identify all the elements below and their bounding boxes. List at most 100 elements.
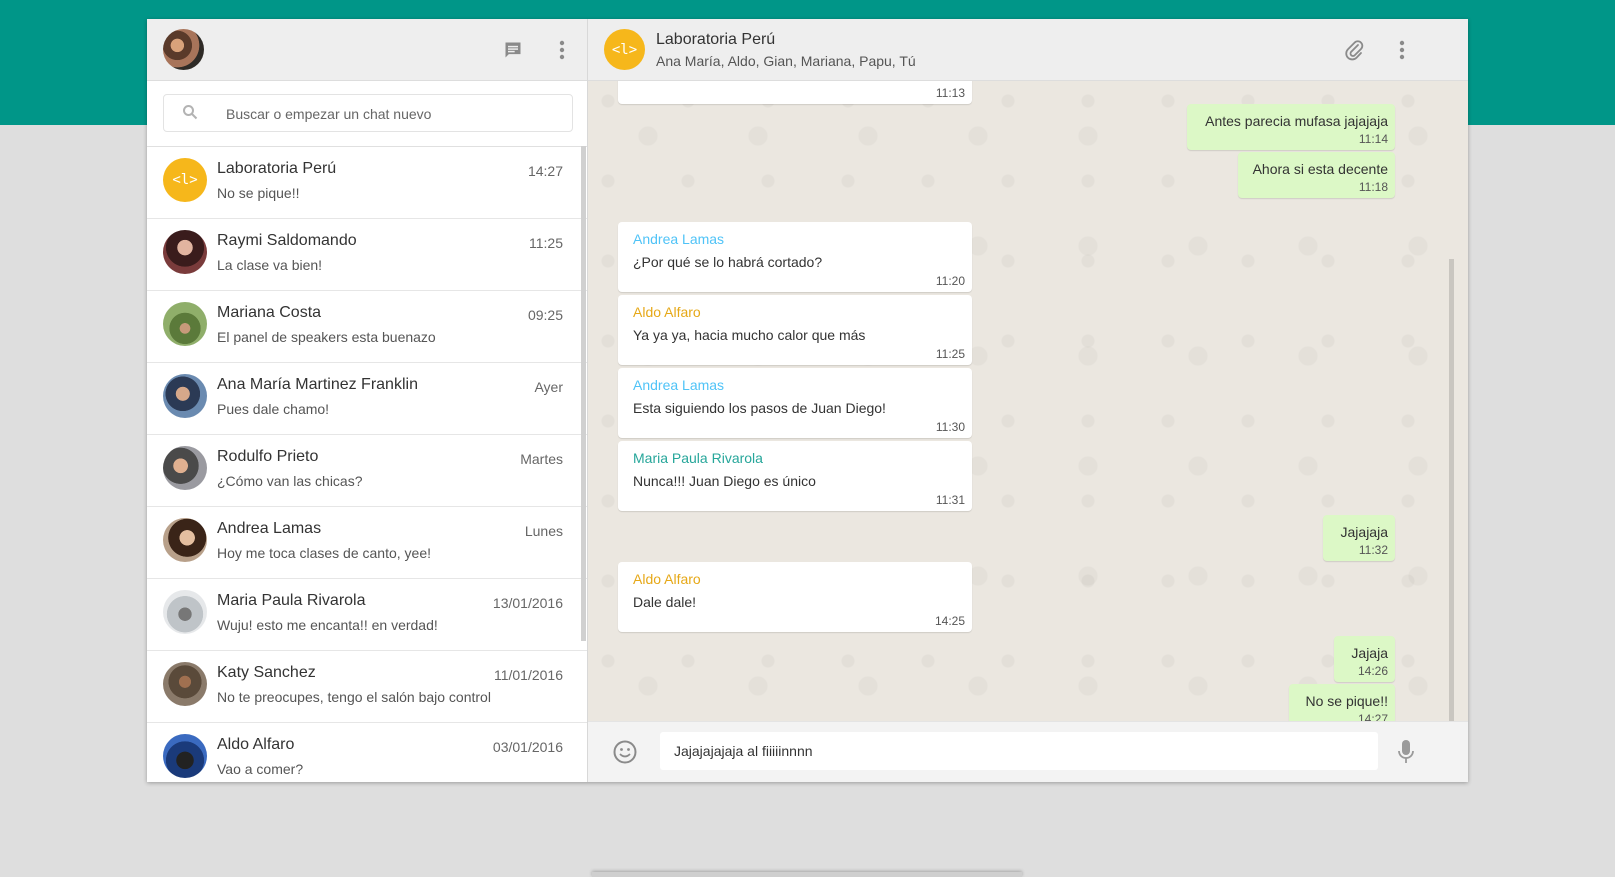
sidebar-scrollbar[interactable]: [581, 146, 586, 641]
chat-item-andrea[interactable]: Andrea Lamas Hoy me toca clases de canto…: [147, 507, 587, 579]
new-chat-icon[interactable]: [499, 36, 527, 64]
group-avatar[interactable]: <l>: [604, 29, 645, 70]
chat-item-raymi[interactable]: Raymi Saldomando La clase va bien! 11:25: [147, 219, 587, 291]
chat-name: Mariana Costa: [217, 304, 322, 321]
chat-preview: No te preocupes, tengo el salón bajo con…: [217, 689, 491, 705]
chat-preview: Hoy me toca clases de canto, yee!: [217, 545, 431, 561]
message-bubble: Maria Paula Rivarola Nunca!!! Juan Diego…: [618, 441, 972, 511]
message-text: Antes parecia mufasa jajajaja: [1205, 113, 1388, 129]
avatar: [163, 662, 207, 706]
message-text: Nunca!!! Juan Diego es único: [633, 473, 816, 489]
chat-name: Andrea Lamas: [217, 520, 322, 537]
message-text: Ya ya ya, hacia mucho calor que más: [633, 327, 866, 343]
message-bubble: Aldo Alfaro Ya ya ya, hacia mucho calor …: [618, 295, 972, 365]
chat-time: 14:27: [527, 163, 563, 179]
search-input[interactable]: [224, 102, 558, 126]
chat-time: 13/01/2016: [492, 595, 563, 611]
chat-item-aldo[interactable]: Aldo Alfaro Vao a comer? 03/01/2016: [147, 723, 587, 782]
chat-item-katy[interactable]: Katy Sanchez No te preocupes, tengo el s…: [147, 651, 587, 723]
attach-icon[interactable]: [1340, 36, 1368, 64]
avatar: [163, 302, 207, 346]
chat-time: 03/01/2016: [492, 739, 563, 755]
menu-icon[interactable]: [1388, 36, 1416, 64]
message-sender: Andrea Lamas: [633, 231, 725, 247]
chat-item-ana-maria[interactable]: Ana María Martinez Franklin Pues dale ch…: [147, 363, 587, 435]
message-time: 14:27: [1357, 712, 1388, 721]
chat-preview: Wuju! esto me encanta!! en verdad!: [217, 617, 438, 633]
avatar: [163, 230, 207, 274]
chat-item-maria-paula[interactable]: Maria Paula Rivarola Wuju! esto me encan…: [147, 579, 587, 651]
chat-name: Rodulfo Prieto: [217, 448, 319, 465]
message-bubble-outgoing: Antes parecia mufasa jajajaja 11:14: [1187, 104, 1395, 150]
search-box[interactable]: [163, 94, 573, 132]
chat-preview: La clase va bien!: [217, 257, 323, 273]
chat-name: Aldo Alfaro: [217, 736, 295, 753]
message-time: 11:18: [1358, 180, 1388, 194]
message-time: 11:31: [935, 493, 965, 507]
avatar: [163, 374, 207, 418]
chat-name: Laboratoria Perú: [217, 160, 337, 177]
chat-preview: ¿Cómo van las chicas?: [217, 473, 363, 489]
message-time: 14:26: [1357, 664, 1388, 678]
chat-time: Martes: [520, 451, 563, 467]
avatar: [163, 590, 207, 634]
chat-time: Ayer: [534, 379, 563, 395]
message-bubble-outgoing: Jajaja 14:26: [1334, 636, 1395, 682]
emoji-icon[interactable]: [612, 739, 638, 765]
message-time: 11:20: [935, 274, 965, 288]
message-time: 11:13: [935, 86, 965, 100]
message-time: 14:25: [934, 614, 965, 628]
chat-item-laboratoria[interactable]: <l> Laboratoria Perú No se pique!! 14:27: [147, 147, 587, 219]
chat-preview: El panel de speakers esta buenazo: [217, 329, 436, 345]
chat-time: 11/01/2016: [493, 667, 563, 683]
message-bubble: Aldo Alfaro Dale dale! 14:25: [618, 562, 972, 632]
microphone-icon[interactable]: [1396, 738, 1416, 766]
message-input[interactable]: [660, 732, 1378, 770]
message-sender: Maria Paula Rivarola: [633, 450, 763, 466]
chat-preview: Vao a comer?: [217, 761, 304, 777]
conversation-members: Ana María, Aldo, Gian, Mariana, Papu, Tú: [656, 53, 916, 69]
chat-list: <l> Laboratoria Perú No se pique!! 14:27…: [147, 146, 587, 782]
message-text: Esta siguiendo los pasos de Juan Diego!: [633, 400, 886, 416]
my-avatar[interactable]: [163, 29, 204, 70]
message-text: Dale dale!: [633, 594, 697, 610]
menu-icon[interactable]: [548, 36, 576, 64]
message-time: 11:30: [935, 420, 965, 434]
conversation-header: <l> Laboratoria Perú Ana María, Aldo, Gi…: [588, 19, 1468, 81]
message-sender: Andrea Lamas: [633, 377, 725, 393]
chat-name: Raymi Saldomando: [217, 232, 357, 249]
message-text: Jajaja: [1351, 645, 1388, 661]
message-text: ¿Por qué se lo habrá cortado?: [633, 254, 823, 270]
message-bubble: Andrea Lamas Esta siguiendo los pasos de…: [618, 368, 972, 438]
avatar: [163, 734, 207, 778]
composer-bar: [588, 721, 1468, 782]
message-scrollbar[interactable]: [1449, 259, 1454, 721]
group-avatar: <l>: [163, 158, 207, 202]
message-bubble: Andrea Lamas ¿Por qué se lo habrá cortad…: [618, 222, 972, 292]
message-sender: Aldo Alfaro: [633, 304, 701, 320]
conversation-title: Laboratoria Perú: [656, 31, 776, 48]
message-bubble-outgoing: Ahora si esta decente 11:18: [1238, 152, 1395, 198]
chat-time: 09:25: [527, 307, 563, 323]
message-time: 11:25: [935, 347, 965, 361]
sidebar-header: [147, 19, 587, 81]
message-time: 11:32: [1358, 543, 1388, 557]
chat-item-rodulfo[interactable]: Rodulfo Prieto ¿Cómo van las chicas? Mar…: [147, 435, 587, 507]
chat-preview: No se pique!!: [217, 185, 300, 201]
chat-name: Maria Paula Rivarola: [217, 592, 366, 609]
chat-time: Lunes: [524, 523, 563, 539]
search-icon: [182, 104, 198, 120]
chat-name: Ana María Martinez Franklin: [217, 376, 418, 393]
avatar: [163, 446, 207, 490]
message-bubble: 11:13: [618, 81, 972, 104]
message-bubble-outgoing: No se pique!! 14:27: [1289, 684, 1395, 721]
sidebar: <l> Laboratoria Perú No se pique!! 14:27…: [147, 19, 588, 782]
message-time: 11:14: [1358, 132, 1388, 146]
message-bubble-outgoing: Jajajaja 11:32: [1323, 515, 1395, 561]
chat-item-mariana[interactable]: Mariana Costa El panel de speakers esta …: [147, 291, 587, 363]
conversation-pane: <l> Laboratoria Perú Ana María, Aldo, Gi…: [588, 19, 1468, 782]
bottom-shadow: [592, 872, 1022, 877]
message-text: Ahora si esta decente: [1252, 161, 1388, 177]
chat-time: 11:25: [529, 235, 563, 251]
chat-name: Katy Sanchez: [217, 664, 316, 681]
